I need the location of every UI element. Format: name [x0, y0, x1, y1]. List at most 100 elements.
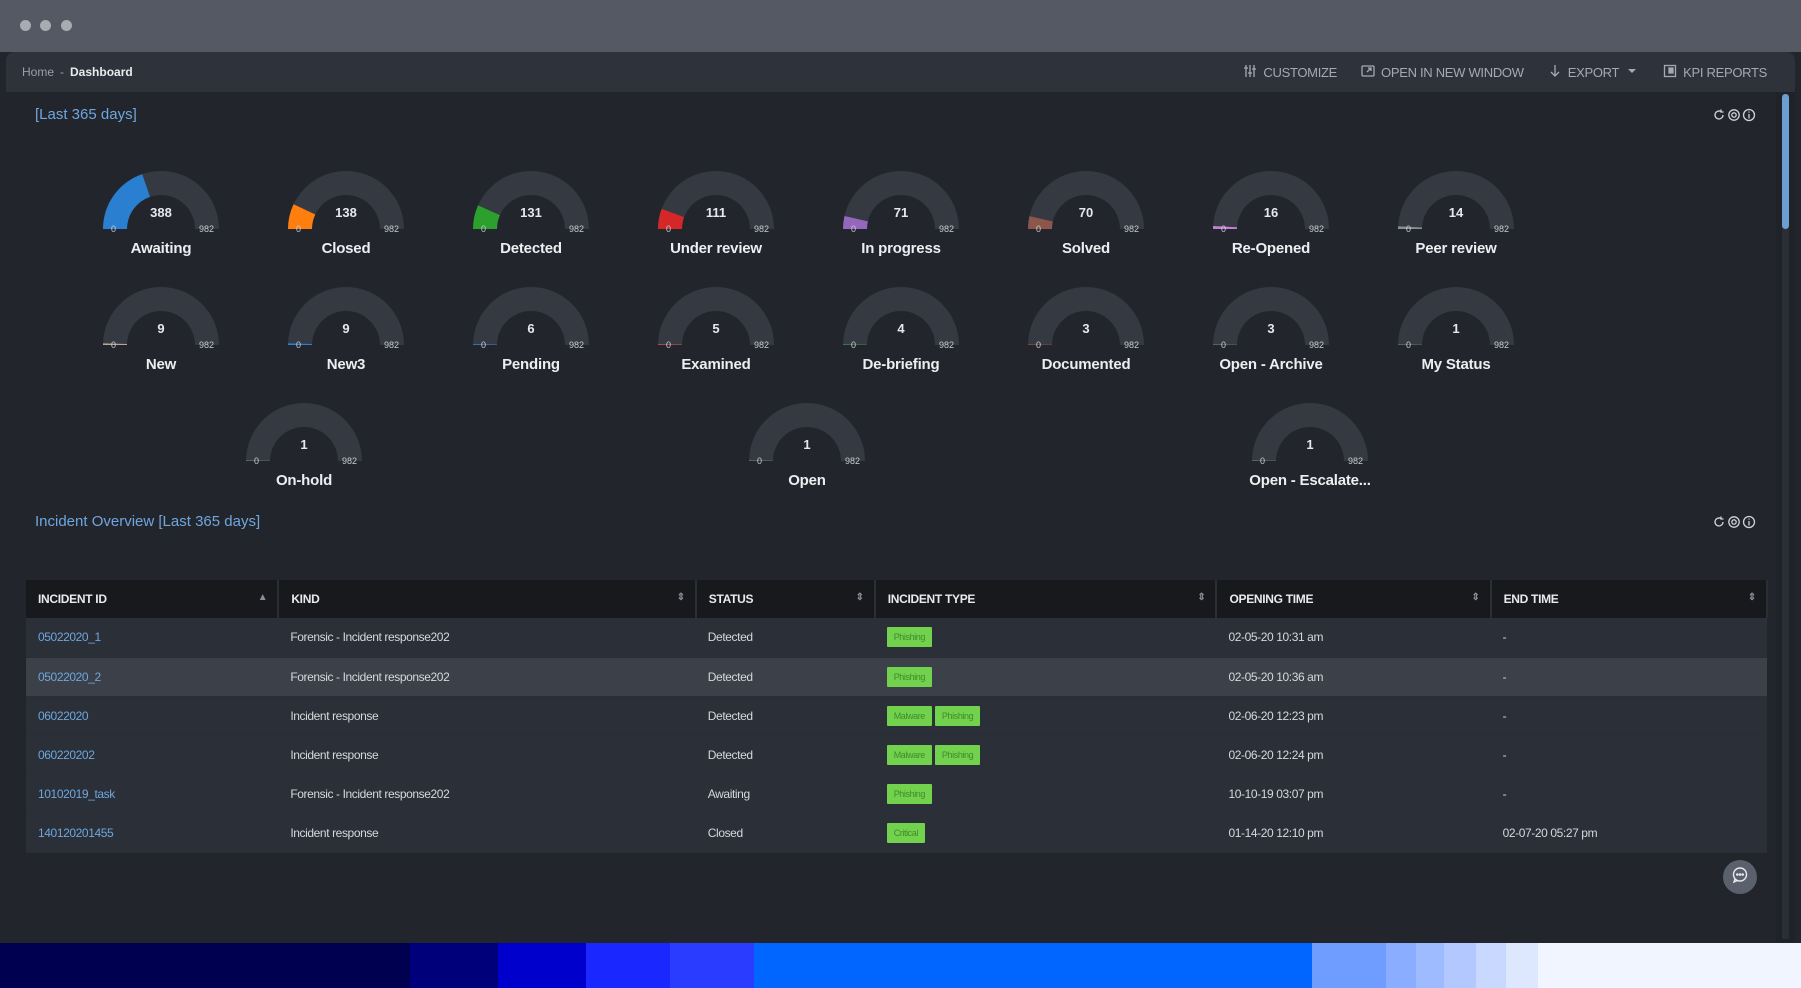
column-header-kind[interactable]: KIND ⇕	[278, 580, 697, 618]
gauge-chart	[1213, 287, 1329, 345]
stripe-segment	[1476, 943, 1506, 988]
top-bar: Home - Dashboard CUSTOMIZE OPEN IN NEW WIN…	[6, 52, 1795, 92]
gauge-new[interactable]: 9 0 982 New	[81, 265, 241, 385]
gauge-max-label: 982	[1494, 340, 1510, 350]
incident-id-link[interactable]: 05022020_1	[26, 618, 279, 658]
table-row[interactable]: 10102019_task Forensic - Incident respons…	[26, 774, 1767, 814]
download-arrow-icon	[1548, 64, 1562, 81]
sort-icon[interactable]: ⇕	[1748, 592, 1756, 603]
gauge-track	[1213, 171, 1329, 229]
breadcrumb-home[interactable]: Home	[22, 65, 54, 79]
incident-id-link[interactable]: 10102019_task	[26, 774, 279, 814]
gauge-label: Solved	[1062, 240, 1110, 257]
gauge-track	[103, 287, 219, 345]
refresh-icon[interactable]	[1712, 515, 1726, 534]
stripe-segment	[1506, 943, 1538, 988]
open-new-window-label: OPEN IN NEW WINDOW	[1381, 65, 1524, 80]
column-header-opening-time[interactable]: OPENING TIME ⇕	[1216, 580, 1492, 618]
column-header-status[interactable]: STATUS ⇕	[695, 580, 876, 618]
gauge-min-label: 0	[1406, 224, 1412, 234]
gauge-new3[interactable]: 9 0 982 New3	[266, 265, 426, 385]
incident-type-cell: Malware Phishing	[874, 735, 1217, 775]
gauge-value: 16	[1263, 205, 1279, 220]
opening-time-cell: 02-06-20 12:24 pm	[1216, 735, 1491, 775]
gauge-solved[interactable]: 70 0 982 Solved	[1006, 149, 1166, 269]
app-frame: Home - Dashboard CUSTOMIZE OPEN IN NEW WIN…	[6, 52, 1795, 942]
incident-type-tag: Critical	[886, 822, 925, 843]
gauge-detected[interactable]: 131 0 982 Detected	[451, 149, 611, 269]
gauge-re-opened[interactable]: 16 0 982 Re-Opened	[1191, 149, 1351, 269]
gauge-under-review[interactable]: 111 0 982 Under review	[636, 149, 796, 269]
sort-ascending-icon[interactable]: ▲	[258, 592, 268, 603]
sort-icon[interactable]: ⇕	[856, 592, 864, 603]
gauge-label: De-briefing	[862, 356, 940, 373]
customize-button[interactable]: CUSTOMIZE	[1243, 64, 1337, 81]
gauge-examined[interactable]: 5 0 982 Examined	[636, 265, 796, 385]
gauge-value: 1	[1306, 437, 1314, 452]
sort-icon[interactable]: ⇕	[677, 592, 685, 603]
window-maximize-button[interactable]	[61, 20, 72, 31]
gauge-chart	[1028, 287, 1144, 345]
chat-button[interactable]	[1723, 860, 1757, 894]
gauge-chart	[1398, 287, 1514, 345]
gauge-track	[658, 287, 774, 345]
table-row[interactable]: 05022020_1 Forensic - Incident response20…	[26, 618, 1767, 658]
gauge-label: Re-Opened	[1231, 240, 1311, 257]
gauge-min-label: 0	[111, 224, 117, 234]
gauge-open-archive[interactable]: 3 0 982 Open - Archive	[1191, 265, 1351, 385]
export-label: EXPORT	[1567, 65, 1620, 80]
gauge-value: 70	[1078, 205, 1094, 220]
customize-label: CUSTOMIZE	[1263, 65, 1338, 80]
open-new-window-button[interactable]: OPEN IN NEW WINDOW	[1361, 64, 1524, 81]
sort-icon[interactable]: ⇕	[1197, 592, 1205, 603]
sort-icon[interactable]: ⇕	[1471, 592, 1479, 603]
gauge-label: Under review	[670, 240, 762, 257]
info-icon[interactable]	[1742, 515, 1756, 534]
window-close-button[interactable]	[20, 20, 31, 31]
gauge-on-hold[interactable]: 1 0 982 On-hold	[224, 381, 384, 501]
stripe-segment	[1444, 943, 1476, 988]
gauge-peer-review[interactable]: 14 0 982 Peer review	[1376, 149, 1536, 269]
column-header-incident-id[interactable]: INCIDENT ID ▲	[26, 580, 280, 618]
refresh-icon[interactable]	[1712, 108, 1726, 127]
gauge-value: 71	[893, 205, 909, 220]
column-header-end-time[interactable]: END TIME ⇕	[1490, 580, 1769, 618]
gauge-min-label: 0	[851, 340, 857, 350]
incident-id-link[interactable]: 140120201455	[26, 813, 279, 853]
table-row[interactable]: 06022020 Incident response Detected Malware…	[26, 696, 1767, 736]
settings-gear-icon[interactable]	[1727, 515, 1741, 534]
window-minimize-button[interactable]	[40, 20, 51, 31]
settings-gear-icon[interactable]	[1727, 108, 1741, 127]
scrollbar-thumb[interactable]	[1782, 94, 1789, 229]
gauge-closed[interactable]: 138 0 982 Closed	[266, 149, 426, 269]
table-row[interactable]: 140120201455 Incident response Closed Criti…	[26, 813, 1767, 853]
table-row[interactable]: 060220202 Incident response Detected Malwar…	[26, 735, 1767, 775]
vertical-scrollbar[interactable]	[1782, 94, 1789, 939]
kpi-reports-button[interactable]: KPI REPORTS	[1663, 64, 1767, 81]
gauge-label: Pending	[502, 356, 560, 373]
gauge-my-status[interactable]: 1 0 982 My Status	[1376, 265, 1536, 385]
incident-id-link[interactable]: 05022020_2	[26, 657, 279, 697]
gauge-open-escalate[interactable]: 1 0 982 Open - Escalate...	[1230, 381, 1390, 501]
table-row[interactable]: 05022020_2 Forensic - Incident response20…	[26, 657, 1767, 697]
gauge-open[interactable]: 1 0 982 Open	[727, 381, 887, 501]
info-icon[interactable]	[1742, 108, 1756, 127]
gauge-value: 138	[335, 205, 357, 220]
gauge-min-label: 0	[851, 224, 857, 234]
column-header-incident-type[interactable]: INCIDENT TYPE ⇕	[874, 580, 1218, 618]
gauge-label: Detected	[500, 240, 562, 257]
incident-id-link[interactable]: 060220202	[26, 735, 279, 775]
gauge-chart	[1028, 171, 1144, 229]
gauge-awaiting[interactable]: 388 0 982 Awaiting	[81, 149, 241, 269]
gauge-in-progress[interactable]: 71 0 982 In progress	[821, 149, 981, 269]
incident-id-link[interactable]: 06022020	[26, 696, 279, 736]
kind-cell: Incident response	[278, 696, 696, 736]
gauge-value: 9	[157, 321, 165, 336]
stripe-segment	[498, 943, 586, 988]
gauge-documented[interactable]: 3 0 982 Documented	[1006, 265, 1166, 385]
gauge-pending[interactable]: 6 0 982 Pending	[451, 265, 611, 385]
incident-table: INCIDENT ID ▲ KIND ⇕ STATUS ⇕ INCIDENT TYPE…	[26, 580, 1769, 853]
gauge-de-briefing[interactable]: 4 0 982 De-briefing	[821, 265, 981, 385]
gauge-chart	[749, 403, 865, 461]
export-button[interactable]: EXPORT	[1548, 64, 1639, 81]
